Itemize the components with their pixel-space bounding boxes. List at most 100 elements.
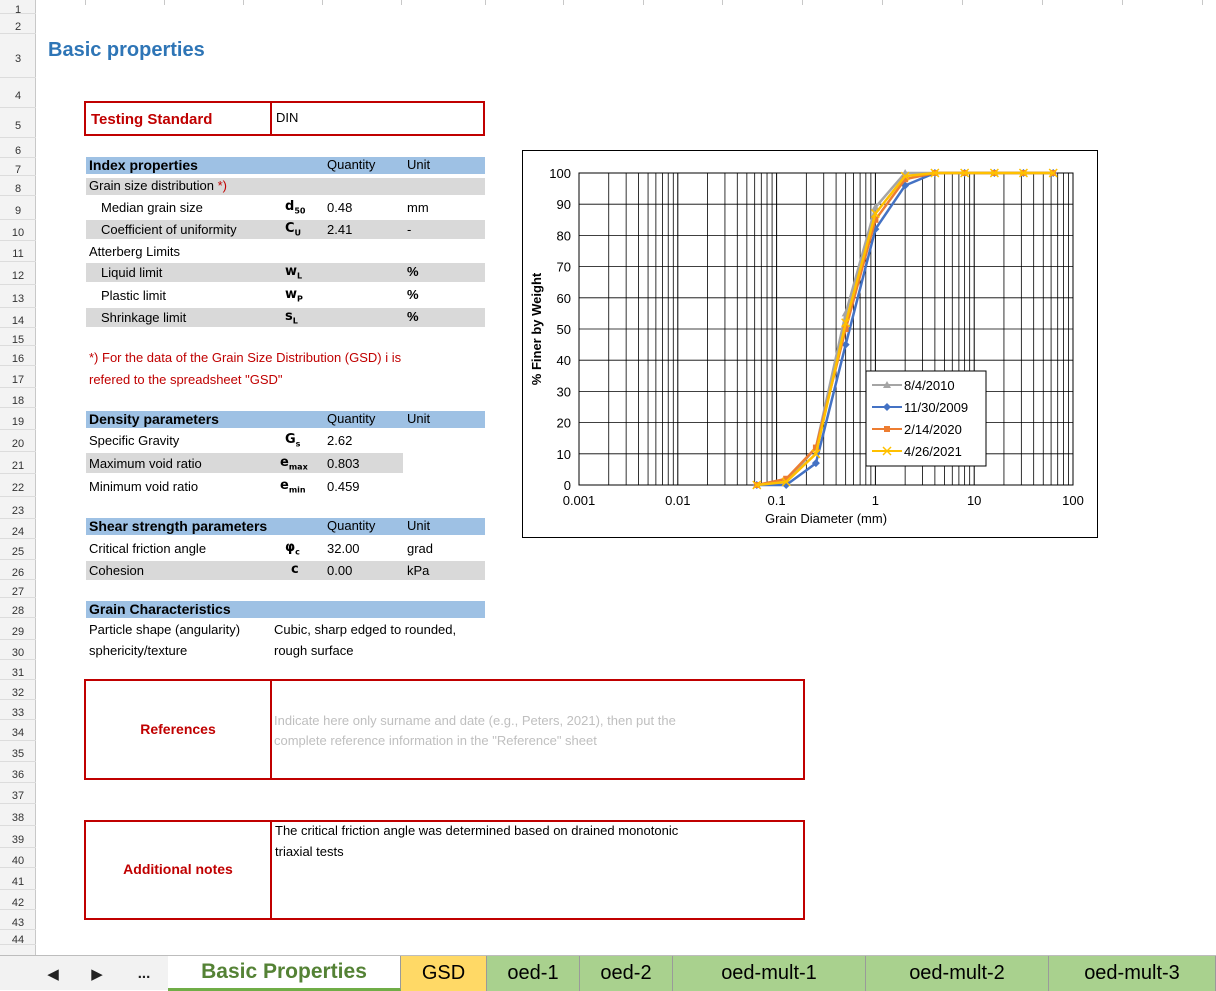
emin-value[interactable]: 0.459 [327, 479, 360, 494]
row-header[interactable]: 32 [0, 680, 36, 700]
column-divider [643, 0, 644, 5]
gs-symbol: Gs [285, 432, 301, 449]
row-header[interactable]: 12 [0, 262, 36, 285]
row-header[interactable]: 26 [0, 560, 36, 580]
grain-value-1[interactable]: Cubic, sharp edged to rounded, [274, 622, 457, 637]
sheet-tab-oed-mult-3[interactable]: oed-mult-3 [1049, 956, 1216, 991]
sheet-tab-oed-mult-1[interactable]: oed-mult-1 [673, 956, 866, 991]
row-header[interactable]: 11 [0, 241, 36, 262]
row-header[interactable]: 29 [0, 618, 36, 640]
cohesion-label: Cohesion [89, 563, 144, 578]
shear-unit-header: Unit [407, 518, 431, 533]
atterberg-label: Atterberg Limits [89, 244, 181, 259]
cu-value[interactable]: 2.41 [327, 222, 352, 237]
d50-value[interactable]: 0.48 [327, 200, 352, 215]
density-quantity-header: Quantity [327, 411, 376, 426]
max-void-ratio-label: Maximum void ratio [89, 456, 202, 471]
row-header[interactable]: 24 [0, 519, 36, 539]
y-axis-label: % Finer by Weight [529, 272, 544, 385]
row-header[interactable]: 31 [0, 660, 36, 680]
d50-unit: mm [407, 200, 429, 215]
row-header[interactable]: 42 [0, 890, 36, 910]
row-header[interactable]: 41 [0, 868, 36, 890]
row-header[interactable]: 14 [0, 308, 36, 328]
row-header[interactable]: 38 [0, 804, 36, 826]
column-divider [85, 0, 86, 5]
sheet-tab-gsd[interactable]: GSD [401, 956, 487, 991]
column-divider [1042, 0, 1043, 5]
notes-text-1[interactable]: The critical friction angle was determin… [275, 823, 678, 838]
row-header[interactable]: 44 [0, 930, 36, 946]
row-header[interactable]: 1 [0, 0, 36, 16]
footnote-line-1: *) For the data of the Grain Size Distri… [89, 350, 402, 365]
row-header[interactable]: 7 [0, 158, 36, 176]
row-header[interactable]: 3 [0, 34, 36, 78]
wl-symbol: wL [285, 264, 303, 281]
testing-standard-value[interactable]: DIN [276, 110, 298, 125]
references-hint-2[interactable]: complete reference information in the "R… [274, 733, 597, 748]
x-tick-label: 10 [967, 493, 981, 508]
phi-value[interactable]: 32.00 [327, 541, 360, 556]
row-header[interactable]: 35 [0, 741, 36, 762]
grain-value-2[interactable]: rough surface [274, 643, 354, 658]
row-header[interactable]: 23 [0, 497, 36, 519]
column-divider [485, 0, 486, 5]
row-header[interactable]: 33 [0, 700, 36, 720]
row-header[interactable]: 36 [0, 762, 36, 783]
plastic-limit-label: Plastic limit [101, 288, 167, 303]
shear-title: Shear strength parameters [89, 518, 268, 534]
median-grain-size-label: Median grain size [101, 200, 203, 215]
row-header[interactable]: 19 [0, 408, 36, 430]
cohesion-unit: kPa [407, 563, 430, 578]
shrinkage-limit-label: Shrinkage limit [101, 310, 187, 325]
grain-size-chart[interactable]: 0 10 20 30 40 50 60 70 80 90 100 0.001 0.01 0.1 1 10 100… [522, 150, 1098, 538]
column-divider [243, 0, 244, 5]
grain-size-label: Grain size distribution *) [89, 178, 228, 193]
row-header[interactable]: 28 [0, 598, 36, 618]
row-header[interactable]: 10 [0, 220, 36, 241]
references-hint-1[interactable]: Indicate here only surname and date (e.g… [274, 713, 676, 728]
row-header[interactable]: 43 [0, 910, 36, 930]
shear-quantity-header: Quantity [327, 518, 376, 533]
row-header[interactable]: 20 [0, 430, 36, 452]
row-header[interactable]: 21 [0, 452, 36, 474]
row-header[interactable]: 40 [0, 848, 36, 868]
row-header[interactable]: 17 [0, 366, 36, 388]
notes-text-2[interactable]: triaxial tests [275, 844, 344, 859]
row-header[interactable]: 8 [0, 176, 36, 196]
row-header[interactable]: 6 [0, 138, 36, 158]
row-header[interactable]: 16 [0, 346, 36, 366]
row-header[interactable]: 22 [0, 474, 36, 497]
column-divider [401, 0, 402, 5]
unit-header: Unit [407, 157, 431, 172]
next-sheet-icon[interactable]: ▶ [82, 956, 112, 991]
row-header[interactable]: 5 [0, 108, 36, 138]
sheet-tab-oed-mult-2[interactable]: oed-mult-2 [866, 956, 1049, 991]
wl-unit: % [407, 264, 419, 279]
row-header[interactable]: 9 [0, 196, 36, 220]
y-tick-label: 0 [564, 478, 571, 493]
emax-value[interactable]: 0.803 [327, 456, 360, 471]
row-header[interactable]: 37 [0, 783, 36, 804]
column-divider [962, 0, 963, 5]
references-label: References [140, 721, 216, 737]
sheet-tab-oed-1[interactable]: oed-1 [487, 956, 580, 991]
row-header[interactable]: 13 [0, 285, 36, 308]
row-header[interactable]: 30 [0, 640, 36, 660]
prev-sheet-icon[interactable]: ◀ [38, 956, 68, 991]
row-header[interactable]: 15 [0, 328, 36, 346]
row-header[interactable]: 25 [0, 539, 36, 560]
more-sheets-button[interactable]: ... [124, 956, 164, 991]
row-header[interactable]: 27 [0, 580, 36, 598]
row-header[interactable]: 39 [0, 826, 36, 848]
sheet-tab-oed-2[interactable]: oed-2 [580, 956, 673, 991]
row-header[interactable]: 4 [0, 78, 36, 108]
coefficient-uniformity-label: Coefficient of uniformity [101, 222, 237, 237]
row-header[interactable]: 34 [0, 720, 36, 741]
gs-value[interactable]: 2.62 [327, 433, 352, 448]
y-tick-label: 100 [549, 166, 571, 181]
row-header[interactable]: 2 [0, 14, 36, 34]
row-header[interactable]: 18 [0, 388, 36, 408]
cohesion-value[interactable]: 0.00 [327, 563, 352, 578]
sheet-tab-basic-properties[interactable]: Basic Properties [168, 956, 401, 991]
